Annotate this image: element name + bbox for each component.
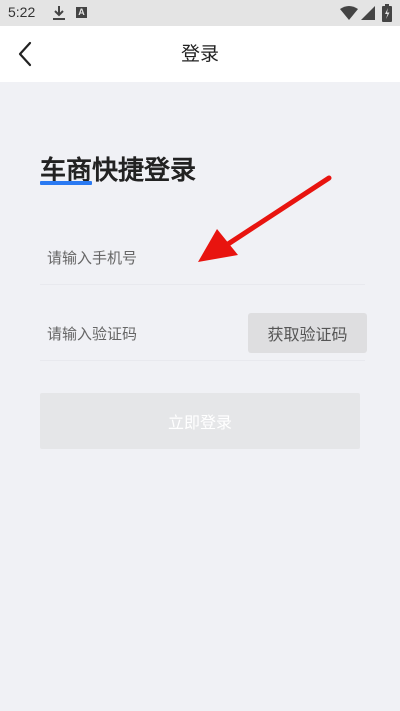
signal-icon xyxy=(361,6,375,20)
wifi-icon xyxy=(340,6,358,20)
status-bar: 5:22 A xyxy=(0,0,400,26)
status-time: 5:22 xyxy=(8,4,36,20)
login-submit-button[interactable]: 立即登录 xyxy=(40,393,360,449)
download-icon xyxy=(53,6,65,20)
chevron-left-icon[interactable] xyxy=(10,38,42,70)
heading-underline xyxy=(40,181,92,185)
phone-input-row xyxy=(40,232,365,285)
battery-icon xyxy=(382,4,392,22)
nav-bar: 登录 xyxy=(0,26,400,82)
code-input-row: 获取验证码 xyxy=(40,308,367,361)
page-title: 登录 xyxy=(180,43,219,65)
get-code-button[interactable]: 获取验证码 xyxy=(248,313,367,353)
phone-input[interactable] xyxy=(40,238,247,278)
verification-code-input[interactable] xyxy=(40,314,247,354)
text-badge-icon: A xyxy=(76,7,87,18)
